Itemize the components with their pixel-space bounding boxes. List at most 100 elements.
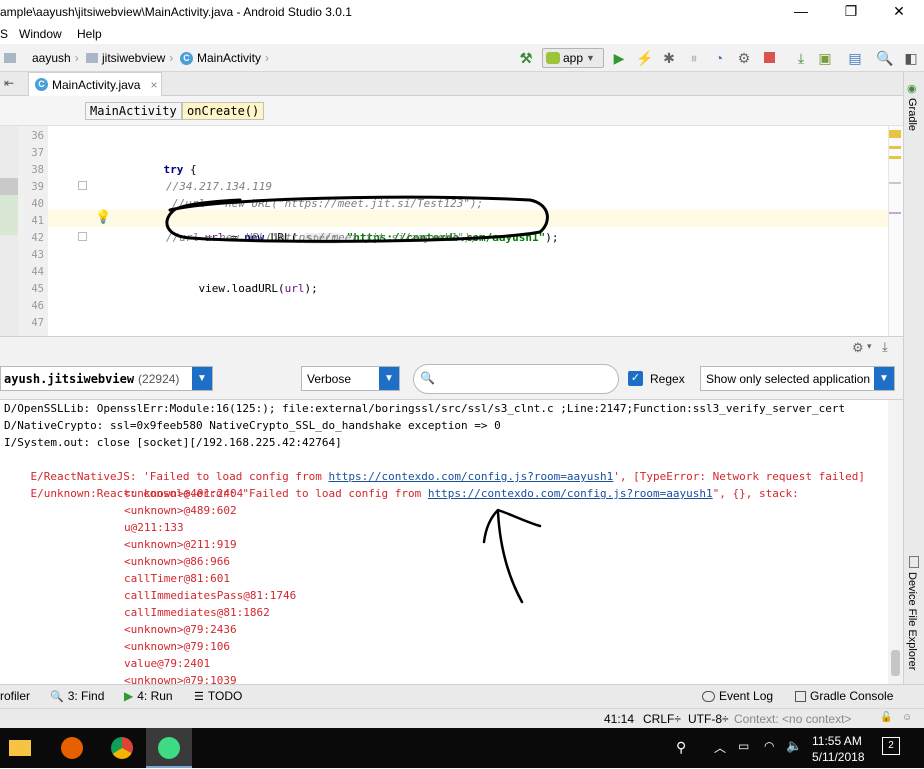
info-marker[interactable] [889,182,901,184]
run-tool-button[interactable]: ▶ 4: Run [124,689,173,703]
log-line: D/NativeCrypto: ssl=0x9feeb580 NativeCry… [4,419,501,432]
class-icon: C [180,51,193,65]
warning-marker[interactable] [889,156,901,159]
log-line: D/OpenSSLLib: OpensslErr:Module:16(125:)… [4,402,846,415]
volume-icon[interactable]: 🔈 [786,738,802,754]
minimize-button[interactable]: — [780,0,822,24]
coverage-icon[interactable]: ⚙ [735,49,753,67]
nav-crumb-jitsiwebview[interactable]: jitsiwebview › [86,51,173,65]
process-pid: (22924) [138,371,180,386]
avd-manager-icon[interactable]: ▣ [816,49,834,67]
profile-icon[interactable]: ◔ [710,49,728,67]
line-separator[interactable]: CRLF÷ [643,712,681,726]
hide-panel-icon[interactable]: ⤓ [882,339,888,355]
hammer-icon[interactable]: ⚒ [517,49,535,67]
find-label: 3: Find [67,689,105,703]
logcat-filter-label: Show only selected application [706,371,871,386]
logcat-filters: ayush.jitsiwebview (22924) ▼ Verbose ▼ 🔍… [0,358,903,400]
nav-crumb-aayush[interactable]: aayush › [4,51,79,65]
fold-marker-icon[interactable] [78,181,87,190]
regex-checkbox[interactable]: ✓ [628,371,643,386]
sync-gradle-icon[interactable]: ⤓ [792,49,810,67]
nav-crumb-mainactivity[interactable]: C MainActivity › [180,51,269,65]
find-tool-button[interactable]: 🔍 3: Find [50,689,104,703]
run-config-combo[interactable]: app ▼ [542,48,604,68]
event-log-tool-button[interactable]: Event Log [702,689,773,703]
menu-vcs[interactable]: S [0,27,8,41]
people-icon[interactable]: ⚲ [676,739,686,756]
inspector-icon[interactable]: ☺ [902,712,912,723]
close-button[interactable]: ✕ [878,0,920,24]
lightbulb-icon[interactable]: 💡 [95,209,111,225]
menu-bar: S Window Help [0,24,924,44]
tab-mainactivity[interactable]: C MainActivity.java × [28,72,162,96]
warning-marker[interactable] [889,146,901,149]
device-file-explorer-button[interactable]: Device File Explorer [906,572,918,670]
stop-icon[interactable] [760,49,778,67]
logcat-header: ⚙ ▾ ⤓ [0,336,903,358]
gradle-console-tool-button[interactable]: Gradle Console [795,689,893,703]
gear-icon[interactable]: ⚙ [852,340,864,356]
context-indicator[interactable]: Context: <no context> [734,712,851,726]
file-encoding[interactable]: UTF-8÷ [688,712,729,726]
project-structure-icon[interactable]: ▤ [846,49,864,67]
apply-changes-icon[interactable]: ⚡ [636,49,654,67]
nav-crumb-label: jitsiwebview [102,51,166,65]
log-level-combo[interactable]: Verbose ▼ [301,366,400,391]
line-number: 44 [31,266,44,278]
code-line-37[interactable]: try { [137,144,197,176]
list-icon: ☰ [194,690,204,703]
log-line-error: E/unknown:React: console.error: "Failed … [30,487,799,500]
breadcrumb-method[interactable]: onCreate() [182,102,265,120]
log-search-input[interactable] [440,371,610,387]
logcat-output[interactable]: D/OpenSSLLib: OpensslErr:Module:16(125:)… [0,400,888,684]
wifi-icon[interactable]: ◠ [764,739,774,753]
scrollbar-thumb[interactable] [891,650,900,676]
android-studio-icon[interactable] [146,728,192,768]
code-breadcrumb: MainActivity onCreate() [0,96,903,126]
process-combo[interactable]: ayush.jitsiwebview (22924) ▼ [0,366,213,391]
stack-frame: callTimer@81:601 [124,572,230,585]
fold-marker-icon[interactable] [78,232,87,241]
log-scrollbar[interactable] [888,400,903,684]
split-arrow-icon[interactable]: ⇤ [4,76,14,90]
line-number: 47 [31,317,44,329]
attach-debugger-icon[interactable]: ⏸ [685,49,703,67]
maximize-button[interactable]: ❐ [830,0,872,24]
search-icon[interactable]: 🔍 [876,49,894,67]
menu-help[interactable]: Help [77,27,102,41]
breadcrumb-class[interactable]: MainActivity [85,102,182,120]
run-icon[interactable]: ▶ [610,49,628,67]
debug-icon[interactable]: ✱ [660,49,678,67]
console-icon [795,690,806,702]
chevron-right-icon: › [265,51,270,65]
log-search-box[interactable]: 🔍 [413,364,619,394]
todo-tool-button[interactable]: ☰ TODO [194,689,242,703]
notifications-icon[interactable]: 2 [882,737,900,755]
chevron-down-icon: ▾ [867,341,872,351]
tab-close-icon[interactable]: × [150,78,157,92]
caret-position[interactable]: 41:14 [604,712,634,726]
log-link[interactable]: https://contexdo.com/config.js?room=aayu… [428,487,713,500]
profiler-tool-button[interactable]: rofiler [0,689,30,703]
lock-icon[interactable]: 🔓 [880,712,892,723]
sdk-manager-icon[interactable]: ◧ [902,49,920,67]
chrome-icon[interactable] [102,732,142,764]
folder-icon [86,53,98,63]
clock-time[interactable]: 11:55 AM [812,734,862,748]
clock-date[interactable]: 5/11/2018 [812,750,865,764]
file-explorer-icon[interactable] [0,732,40,764]
info-marker[interactable] [889,212,901,214]
line-number: 38 [31,164,44,176]
chevron-down-icon: ▼ [874,367,894,390]
menu-window[interactable]: Window [19,27,62,41]
warning-marker[interactable] [889,130,901,138]
chevron-up-icon[interactable]: ︿ [714,739,726,756]
gradle-tool-button[interactable]: Gradle [906,98,918,131]
logcat-filter-combo[interactable]: Show only selected application ▼ [700,366,895,391]
windows-taskbar: ⚲ ︿ ▭ ◠ 🔈 11:55 AM 5/11/2018 2 [0,728,924,768]
battery-icon[interactable]: ▭ [738,739,749,753]
right-tool-strip: ◉ Gradle Device File Explorer [903,72,924,684]
firefox-icon[interactable] [52,732,92,764]
code-line-44[interactable]: view.loadURL(url); [172,263,318,295]
